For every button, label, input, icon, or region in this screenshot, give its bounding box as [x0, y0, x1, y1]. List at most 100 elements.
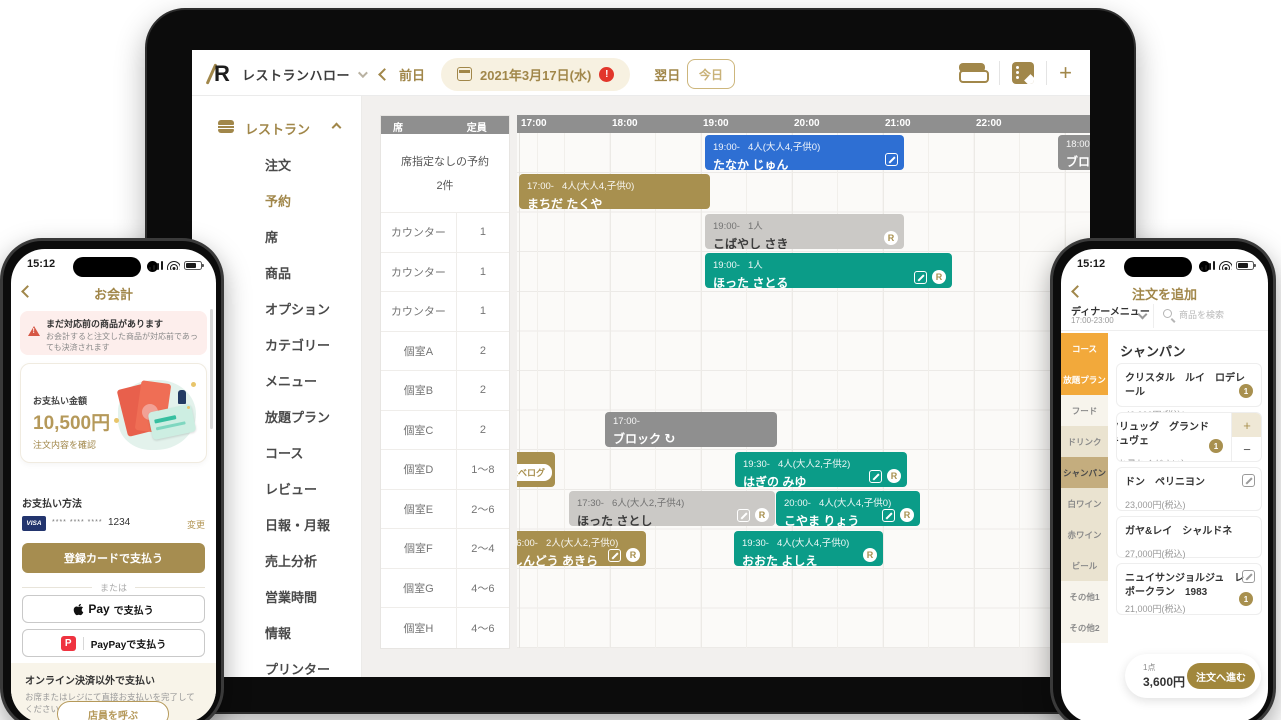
menu-item-card[interactable]: ガヤ&レイ シャルドネ 27,000円(税込): [1116, 516, 1262, 558]
brand[interactable]: R レストランハロー: [206, 60, 365, 88]
menu-item-card[interactable]: ニュイサンジョルジュ レポークラン 1983 21,000円(税込) 1: [1116, 563, 1262, 615]
call-staff-button[interactable]: 店員を呼ぶ: [57, 701, 169, 720]
card-last4: 1234: [108, 517, 130, 528]
seat-row[interactable]: 個室B2: [381, 371, 509, 411]
menu-item-card[interactable]: クリスタル ルイ ロデレール 40,000円(税込) 1: [1116, 363, 1262, 407]
edit-icon[interactable]: [608, 549, 621, 562]
seat-row[interactable]: 個室F2〜4: [381, 529, 509, 569]
reservation-bar[interactable]: 20:00-4人(大人4,子供0) こやま りょう R: [776, 491, 920, 526]
plus-button[interactable]: +: [1232, 413, 1262, 437]
page-canvas: R レストランハロー 前日 2021年3月17日(水) ! 翌日: [0, 0, 1281, 720]
proceed-order-button[interactable]: 注文へ進む: [1187, 663, 1255, 689]
category-drink[interactable]: ドリンク: [1061, 426, 1108, 457]
category-course[interactable]: コース: [1061, 333, 1108, 364]
edit-icon[interactable]: [1242, 570, 1255, 583]
prev-day-button[interactable]: 前日: [399, 65, 425, 84]
phone-right-device: 15:12 注文を追加 ディナーメニュー 17:00-23:00 コース 放題プ…: [1050, 238, 1276, 720]
category-allyoucan[interactable]: 放題プラン: [1061, 364, 1108, 395]
order-detail-link[interactable]: 注文内容を確認: [33, 438, 96, 451]
wifi-icon: [167, 260, 180, 270]
timeline-grid[interactable]: 19:00-4人(大人4,子供0) たなか じゅん 18:00- ブロック 17…: [517, 133, 1090, 648]
category-beer[interactable]: ビール: [1061, 550, 1108, 581]
sidebar-item-seats[interactable]: 席: [192, 220, 362, 256]
seat-row[interactable]: 個室E2〜6: [381, 490, 509, 530]
category-white-wine[interactable]: 白ワイン: [1061, 488, 1108, 519]
seat-row[interactable]: 個室A2: [381, 332, 509, 372]
sidebar-section-restaurant[interactable]: レストラン: [192, 114, 362, 142]
today-button[interactable]: 今日: [687, 59, 735, 89]
date-pill[interactable]: 2021年3月17日(水) !: [441, 58, 630, 91]
amount-value: 10,500円: [33, 408, 110, 435]
divider: [1046, 61, 1047, 85]
seat-row[interactable]: 個室H4〜6: [381, 608, 509, 648]
date-alert-icon: !: [599, 67, 614, 82]
next-day-button[interactable]: 翌日: [654, 65, 680, 84]
list-view-icon[interactable]: [957, 62, 987, 84]
menu-item-card[interactable]: ドン ペリニヨン 23,000円(税込): [1116, 467, 1262, 511]
minus-button[interactable]: −: [1232, 437, 1262, 461]
apple-icon: [73, 603, 84, 616]
reservation-bar[interactable]: 16:00-2人(大人2,子供0) しんどう あきら R: [517, 531, 646, 566]
date-navigation: 前日 2021年3月17日(水) ! 翌日: [380, 58, 699, 90]
category-other2[interactable]: その他2: [1061, 612, 1108, 643]
edit-icon[interactable]: [885, 153, 898, 166]
seat-row[interactable]: カウンター1: [381, 253, 509, 293]
dynamic-island: [1124, 257, 1192, 277]
payment-amount-card: お支払い金額 10,500円 注文内容を確認: [20, 363, 207, 463]
edit-icon[interactable]: [914, 271, 927, 284]
edit-icon[interactable]: [882, 509, 895, 522]
seat-row[interactable]: 個室C2: [381, 411, 509, 451]
tablet-screen: R レストランハロー 前日 2021年3月17日(水) ! 翌日: [192, 50, 1090, 677]
reservation-bar[interactable]: 17:00-4人(大人4,子供0) まちだ たくや: [519, 174, 710, 209]
sidebar-item-orders[interactable]: 注文: [192, 148, 362, 184]
category-other1[interactable]: その他1: [1061, 581, 1108, 612]
edit-icon[interactable]: [737, 509, 750, 522]
reservation-bar[interactable]: 19:30-4人(大人2,子供2) はぎの みゆ R: [735, 452, 907, 487]
category-champagne-active[interactable]: シャンパン: [1061, 457, 1108, 488]
search-input[interactable]: [1179, 306, 1261, 324]
edit-icon[interactable]: [1242, 474, 1255, 487]
edit-icon[interactable]: [869, 470, 882, 483]
topbar-icons: +: [957, 58, 1072, 88]
divider: [999, 61, 1000, 85]
scrollbar[interactable]: [210, 309, 213, 429]
seat-row[interactable]: 個室G4〜6: [381, 569, 509, 609]
reservation-bar[interactable]: 19:30-4人(大人4,子供0) おおた よしえ R: [734, 531, 883, 566]
reservation-bar[interactable]: 19:00-4人(大人4,子供0) たなか じゅん: [705, 135, 904, 170]
block-bar[interactable]: 18:00- ブロック: [1058, 135, 1090, 170]
status-time: 15:12: [27, 258, 55, 270]
category-red-wine[interactable]: 赤ワイン: [1061, 519, 1108, 550]
prev-day-chevron-icon[interactable]: [378, 68, 391, 81]
cart-total: 3,600円: [1143, 673, 1185, 690]
apple-pay-button[interactable]: Pay で支払う: [22, 595, 205, 623]
seat-row[interactable]: カウンター1: [381, 213, 509, 253]
category-food[interactable]: フード: [1061, 395, 1108, 426]
unassigned-reservations-cell[interactable]: 席指定なしの予約 2件: [381, 134, 509, 213]
paypay-button[interactable]: P PayPayで支払う: [22, 629, 205, 657]
restaurant-icon: [218, 120, 234, 133]
sidebar-item-reservations[interactable]: 予約: [192, 184, 362, 220]
paypay-icon: P: [61, 636, 76, 651]
reservation-timeline: 17:00 18:00 19:00 20:00 21:00 22:00 19:0…: [517, 115, 1090, 648]
seat-table: 席 定員 席指定なしの予約 2件 カウンター1 カウンター1 カウンター1 個室…: [380, 115, 510, 649]
block-bar[interactable]: 17:00- ブロック ↻: [605, 412, 777, 447]
seat-row[interactable]: カウンター1: [381, 292, 509, 332]
add-reservation-icon[interactable]: +: [1059, 62, 1072, 84]
pay-with-card-button[interactable]: 登録カードで支払う: [22, 543, 205, 573]
tablet-topbar: R レストランハロー 前日 2021年3月17日(水) ! 翌日: [192, 50, 1090, 96]
reservation-bar[interactable]: 17:30-6人(大人2,子供4) ほった さとし R: [569, 491, 775, 526]
menu-item-card-swiped[interactable]: クリュッグ グランド キュヴェ （お尋ねください） 1 + −: [1116, 412, 1262, 462]
change-card-link[interactable]: 変更: [187, 518, 205, 531]
reservation-bar[interactable]: たべログ: [517, 452, 555, 487]
calendar-icon: [457, 67, 472, 81]
reservation-bar[interactable]: 19:00-1人 こばやし さき R: [705, 214, 904, 249]
memo-icon[interactable]: [1012, 62, 1034, 84]
col-capacity: 定員: [457, 116, 509, 134]
logo-badge-icon: R: [755, 508, 769, 522]
seat-row[interactable]: 個室D1〜8: [381, 450, 509, 490]
reservation-bar[interactable]: 19:00-1人 ほった さとる R: [705, 253, 952, 288]
quantity-badge: 1: [1209, 439, 1223, 453]
search-icon: [1163, 309, 1172, 318]
add-order-screen: 15:12 注文を追加 ディナーメニュー 17:00-23:00 コース 放題プ…: [1061, 249, 1268, 720]
page-title: お会計: [11, 284, 216, 303]
